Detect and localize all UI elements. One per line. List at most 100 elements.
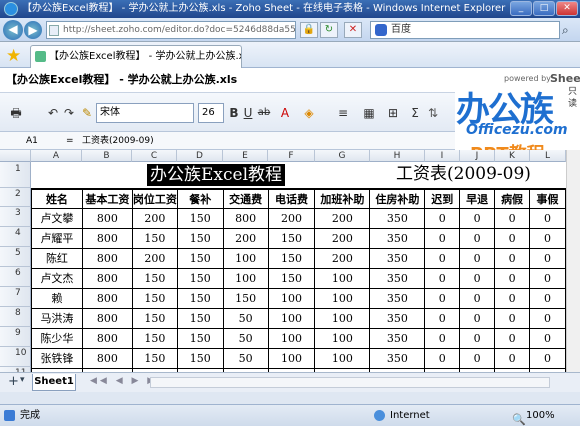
data-cell[interactable]: 200	[222, 227, 269, 249]
data-cell[interactable]: 0	[424, 287, 461, 309]
data-cell[interactable]: 100	[267, 327, 316, 349]
borders-icon[interactable]: ▦	[360, 103, 378, 123]
formula-input[interactable]: 工资表(2009-09)	[82, 132, 154, 150]
search-go-icon[interactable]: ⌕	[562, 23, 569, 38]
strikethrough-button[interactable]: ab	[256, 103, 272, 123]
data-cell[interactable]: 0	[529, 267, 566, 289]
data-cell[interactable]: 陈红	[31, 247, 83, 269]
font-name-select[interactable]: 宋体	[96, 103, 194, 123]
align-icon[interactable]: ≡	[334, 103, 352, 123]
data-cell[interactable]: 800	[81, 307, 133, 329]
data-cell[interactable]: 200	[314, 207, 371, 229]
data-cell[interactable]: 张铁锋	[31, 347, 83, 369]
header-cell[interactable]: 早退	[459, 188, 496, 209]
data-cell[interactable]: 800	[81, 327, 133, 349]
data-cell[interactable]: 100	[267, 307, 316, 329]
row-header[interactable]: 1	[0, 162, 31, 188]
header-cell[interactable]: 基本工资	[81, 188, 133, 209]
data-cell[interactable]: 0	[529, 287, 566, 309]
data-cell[interactable]: 100	[267, 287, 316, 309]
data-cell[interactable]: 350	[369, 287, 426, 309]
data-cell[interactable]: 0	[494, 307, 531, 329]
data-cell[interactable]: 0	[494, 327, 531, 349]
data-cell[interactable]: 100	[222, 247, 269, 269]
data-cell[interactable]: 0	[424, 247, 461, 269]
header-cell[interactable]: 加班补助	[314, 188, 371, 209]
stop-icon[interactable]: ✕	[344, 22, 362, 38]
column-header[interactable]: B	[82, 150, 132, 162]
data-cell[interactable]: 350	[369, 267, 426, 289]
column-header[interactable]: K	[495, 150, 530, 162]
data-cell[interactable]: 800	[81, 347, 133, 369]
column-header[interactable]: G	[315, 150, 370, 162]
column-header[interactable]: D	[177, 150, 223, 162]
data-cell[interactable]: 100	[222, 267, 269, 289]
data-cell[interactable]: 100	[314, 267, 371, 289]
data-cell[interactable]: 150	[176, 327, 224, 349]
column-header[interactable]: A	[31, 150, 82, 162]
data-cell[interactable]: 800	[81, 267, 133, 289]
data-cell[interactable]: 350	[369, 207, 426, 229]
data-cell[interactable]: 0	[459, 327, 496, 349]
fill-color-icon[interactable]: ◈	[302, 103, 316, 123]
refresh-icon[interactable]: ↻	[320, 22, 338, 38]
data-cell[interactable]: 0	[459, 227, 496, 249]
data-cell[interactable]: 350	[369, 347, 426, 369]
underline-button[interactable]: U	[242, 103, 254, 123]
data-cell[interactable]: 800	[81, 227, 133, 249]
data-cell[interactable]: 150	[131, 307, 178, 329]
row-header[interactable]: 10	[0, 347, 31, 367]
column-header[interactable]: F	[268, 150, 315, 162]
data-cell[interactable]: 150	[176, 287, 224, 309]
data-cell[interactable]: 350	[369, 307, 426, 329]
row-header[interactable]: 6	[0, 267, 31, 287]
address-bar[interactable]: http://sheet.zoho.com/editor.do?doc=5246…	[46, 21, 296, 39]
data-cell[interactable]: 150	[131, 287, 178, 309]
data-cell[interactable]: 卢文杰	[31, 267, 83, 289]
favorites-star-icon[interactable]: ★	[6, 46, 21, 66]
data-cell[interactable]: 0	[424, 207, 461, 229]
data-cell[interactable]: 0	[459, 307, 496, 329]
undo-icon[interactable]: ↶	[46, 103, 60, 123]
row-header[interactable]: 5	[0, 247, 31, 267]
data-cell[interactable]: 100	[267, 347, 316, 369]
data-cell[interactable]: 0	[494, 207, 531, 229]
data-cell[interactable]: 150	[176, 247, 224, 269]
data-cell[interactable]: 200	[314, 247, 371, 269]
data-cell[interactable]: 0	[459, 247, 496, 269]
data-cell[interactable]: 0	[424, 267, 461, 289]
data-cell[interactable]: 800	[81, 207, 133, 229]
cell-reference[interactable]: A1	[26, 132, 38, 150]
sheet-tab-sheet1[interactable]: Sheet1	[32, 374, 76, 391]
data-cell[interactable]: 0	[529, 247, 566, 269]
print-icon[interactable]: 🖶	[8, 103, 24, 123]
data-cell[interactable]: 卢文攀	[31, 207, 83, 229]
column-header[interactable]: J	[460, 150, 495, 162]
redo-icon[interactable]: ↷	[62, 103, 76, 123]
sheet-menu-icon[interactable]: ▾	[20, 375, 25, 385]
data-cell[interactable]: 800	[81, 287, 133, 309]
data-cell[interactable]: 200	[314, 227, 371, 249]
data-cell[interactable]: 0	[494, 287, 531, 309]
header-cell[interactable]: 餐补	[176, 188, 224, 209]
data-cell[interactable]: 0	[494, 347, 531, 369]
row-header[interactable]: 2	[0, 188, 31, 207]
data-cell[interactable]: 50	[222, 347, 269, 369]
row-header[interactable]: 4	[0, 227, 31, 247]
data-cell[interactable]: 赖	[31, 287, 83, 309]
data-cell[interactable]: 350	[369, 227, 426, 249]
spreadsheet-grid[interactable]: A B C D E F G H I J K L 1 2 3 4 5 6 7 8 …	[0, 150, 566, 372]
data-cell[interactable]: 150	[131, 227, 178, 249]
data-cell[interactable]: 0	[459, 267, 496, 289]
data-cell[interactable]: 0	[459, 287, 496, 309]
data-cell[interactable]: 0	[494, 247, 531, 269]
column-header[interactable]: I	[425, 150, 460, 162]
data-cell[interactable]: 0	[529, 307, 566, 329]
row-header[interactable]: 8	[0, 307, 31, 327]
minimize-button[interactable]: _	[510, 1, 532, 16]
zoom-icon[interactable]: 🔍	[512, 409, 526, 430]
data-cell[interactable]: 150	[176, 347, 224, 369]
data-cell[interactable]: 卢耀平	[31, 227, 83, 249]
font-color-icon[interactable]: A	[278, 103, 292, 123]
data-cell[interactable]: 150	[267, 267, 316, 289]
